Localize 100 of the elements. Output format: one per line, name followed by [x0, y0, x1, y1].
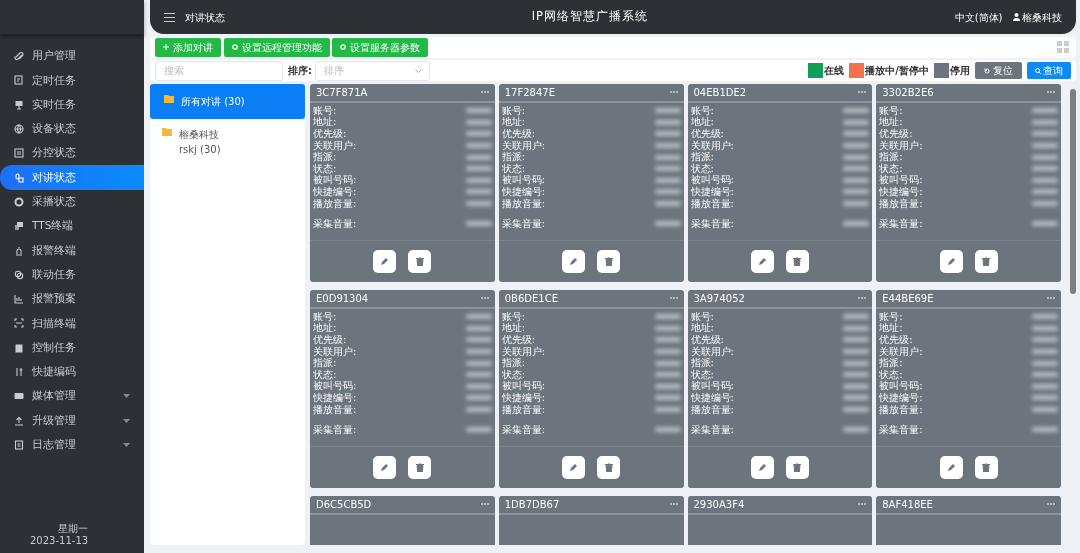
- redacted-value: [843, 325, 870, 331]
- field-label: 采集音量:: [501, 218, 546, 230]
- edit-button[interactable]: [939, 455, 963, 479]
- redacted-value: [465, 325, 492, 331]
- user-name[interactable]: 榕桑科技: [1022, 9, 1062, 25]
- more-icon[interactable]: [669, 503, 678, 506]
- edit-button[interactable]: [562, 249, 586, 273]
- delete-button[interactable]: [408, 249, 432, 273]
- field-label: 地址:: [313, 116, 337, 129]
- sort-label: 排序:: [288, 64, 312, 79]
- sidebar-item[interactable]: 定时任务: [0, 68, 144, 93]
- sidebar-item[interactable]: 升级管理: [0, 408, 144, 433]
- delete-button[interactable]: [785, 455, 809, 479]
- edit-button[interactable]: [750, 249, 774, 273]
- more-icon[interactable]: [669, 297, 678, 300]
- field-label: 地址:: [313, 322, 337, 335]
- delete-button[interactable]: [597, 455, 621, 479]
- sort-icon: [14, 367, 24, 377]
- trash-icon: [982, 256, 991, 266]
- redacted-value: [654, 314, 681, 320]
- redacted-value: [1032, 360, 1058, 366]
- reset-button[interactable]: 复位: [975, 62, 1022, 80]
- device-id: 17F2847E: [504, 85, 555, 100]
- delete-button[interactable]: [974, 455, 998, 479]
- delete-button[interactable]: [597, 249, 621, 273]
- delete-button[interactable]: [785, 249, 809, 273]
- more-icon[interactable]: [858, 91, 867, 94]
- more-icon[interactable]: [480, 503, 489, 506]
- sidebar-item[interactable]: 用户管理: [0, 44, 144, 69]
- device-id: 3A974052: [693, 291, 745, 306]
- sidebar-item[interactable]: 对讲状态: [0, 165, 144, 190]
- more-icon[interactable]: [1047, 91, 1055, 94]
- field-label: 播放音量:: [879, 197, 923, 210]
- query-button[interactable]: 查询: [1026, 62, 1071, 80]
- legend-label: 停用: [950, 64, 970, 79]
- field-label: 账号:: [690, 104, 714, 117]
- sidebar-item[interactable]: 媒体管理: [0, 384, 144, 409]
- edit-button[interactable]: [373, 249, 397, 273]
- edit-button[interactable]: [750, 455, 774, 479]
- sidebar-item[interactable]: 日志管理: [0, 432, 144, 458]
- scrollbar[interactable]: [1070, 88, 1076, 294]
- more-icon[interactable]: [1047, 503, 1055, 506]
- redacted-value: [654, 119, 681, 125]
- menu-icon[interactable]: [164, 12, 175, 22]
- more-icon[interactable]: [858, 503, 867, 506]
- redacted-value: [843, 360, 870, 366]
- sidebar-item[interactable]: 报警预案: [0, 286, 144, 312]
- tree-item[interactable]: 所有对讲 (30): [150, 83, 305, 119]
- tree-item[interactable]: 榕桑科技 rskj (30): [150, 118, 305, 165]
- sort-dropdown[interactable]: 排序: [314, 60, 430, 81]
- field-label: 被叫号码:: [313, 174, 357, 186]
- redacted-value: [465, 348, 492, 354]
- redacted-value: [465, 200, 492, 206]
- redacted-value: [465, 337, 492, 343]
- folder-icon: [164, 93, 175, 103]
- redacted-value: [1032, 131, 1058, 137]
- redacted-value: [465, 131, 492, 137]
- device-icon: [14, 221, 24, 232]
- date-text: 2023-11-13: [30, 535, 90, 547]
- more-icon[interactable]: [1047, 297, 1055, 300]
- edit-button[interactable]: [562, 455, 586, 479]
- delete-button[interactable]: [974, 249, 998, 273]
- sidebar-item[interactable]: 报警终端: [0, 238, 144, 263]
- field-label: 状态:: [690, 368, 714, 381]
- field-label: 关联用户:: [879, 139, 923, 152]
- sidebar-item[interactable]: 设备状态: [0, 116, 144, 142]
- sidebar-item[interactable]: 采播状态: [0, 189, 144, 215]
- sidebar-item[interactable]: TTS终端: [0, 214, 144, 239]
- chevron-icon: [414, 68, 422, 73]
- field-label: 指派:: [501, 151, 526, 163]
- delete-button[interactable]: [408, 455, 432, 479]
- more-icon[interactable]: [480, 297, 489, 300]
- device-id: 2930A3F4: [693, 497, 745, 512]
- language-selector[interactable]: 中文(简体): [954, 9, 1003, 25]
- more-icon[interactable]: [858, 297, 867, 300]
- edit-button[interactable]: [939, 249, 963, 273]
- trash-icon: [415, 256, 424, 266]
- redacted-value: [654, 348, 681, 354]
- redacted-value: [654, 177, 681, 183]
- redacted-value: [465, 406, 492, 412]
- sidebar-item[interactable]: 实时任务: [0, 92, 144, 117]
- weekday-text: 星期一: [57, 523, 89, 535]
- redacted-value: [1032, 166, 1058, 172]
- sidebar-item[interactable]: 控制任务: [0, 335, 144, 360]
- field-label: 被叫号码:: [501, 174, 546, 186]
- more-icon[interactable]: [669, 91, 678, 94]
- field-label: 优先级:: [879, 334, 913, 346]
- field-label: 优先级:: [313, 334, 347, 346]
- sidebar-item[interactable]: 快捷编码: [0, 359, 144, 385]
- sidebar-item[interactable]: 联动任务: [0, 262, 144, 287]
- sidebar-item[interactable]: 扫描终端: [0, 311, 144, 336]
- more-icon[interactable]: [480, 91, 489, 94]
- field-label: 采集音量:: [313, 424, 357, 436]
- sidebar-item[interactable]: 分控状态: [0, 141, 144, 166]
- redacted-value: [1032, 154, 1058, 160]
- search-field[interactable]: 搜索: [155, 60, 283, 81]
- redacted-value: [465, 166, 492, 172]
- trash-icon: [415, 462, 424, 472]
- field-label: 地址:: [501, 322, 526, 335]
- edit-button[interactable]: [373, 455, 397, 479]
